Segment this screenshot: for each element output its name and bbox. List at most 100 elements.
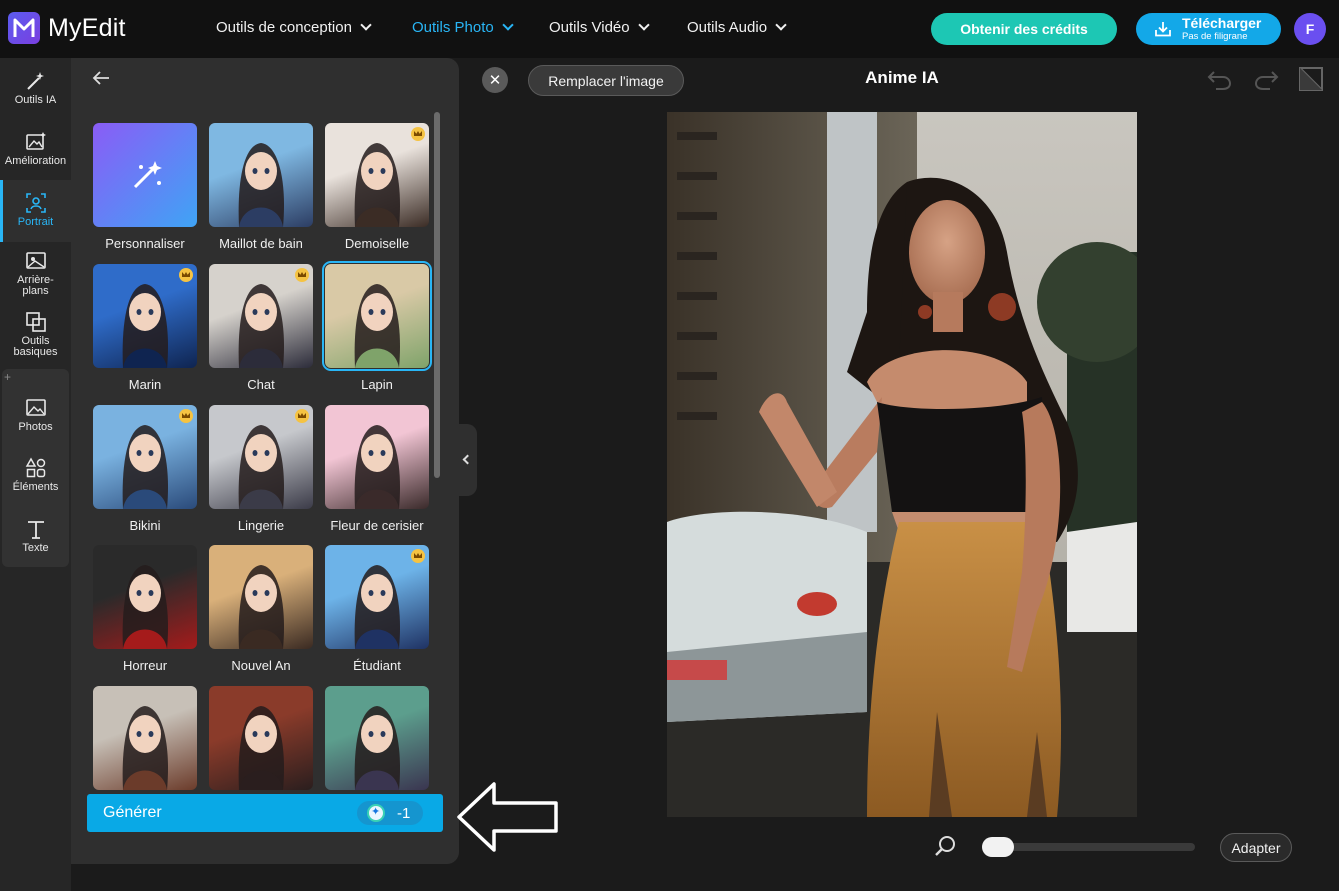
chevron-down-icon	[775, 19, 787, 31]
credit-cost-value: -1	[397, 804, 411, 822]
style-tile[interactable]	[209, 264, 313, 368]
generate-button[interactable]: Générer -1	[87, 794, 443, 832]
app-logo[interactable]: MyEdit	[8, 12, 126, 44]
sidebar-item-label: Portrait	[17, 216, 54, 228]
download-label: Télécharger	[1182, 15, 1262, 32]
sidebar-item-ai-tools[interactable]: Outils IA	[0, 70, 71, 118]
download-icon	[1155, 22, 1171, 37]
premium-crown-icon	[179, 409, 193, 423]
tool-title: Anime IA	[865, 68, 939, 87]
premium-crown-icon	[179, 268, 193, 282]
style-preview-image	[122, 706, 169, 790]
undo-icon[interactable]	[1207, 66, 1233, 92]
download-button[interactable]: Télécharger Pas de filigrane	[1136, 13, 1281, 45]
sidebar-item-enhance[interactable]: Amélioration	[0, 131, 71, 179]
image-enhance-icon	[25, 132, 46, 150]
style-tile[interactable]	[93, 123, 197, 227]
premium-crown-icon	[411, 549, 425, 563]
style-tile[interactable]	[209, 545, 313, 649]
nav-item-video-tools[interactable]: Outils Vidéo	[549, 19, 650, 36]
sidebar-item-photos[interactable]: Photos	[0, 397, 71, 437]
sidebar-item-portrait[interactable]: Portrait	[0, 180, 71, 242]
style-tile-label: Étudiant	[353, 658, 401, 673]
style-tile[interactable]	[325, 545, 429, 649]
sidebar-item-label: Photos	[18, 421, 53, 433]
sidebar-item-label: Texte	[22, 542, 49, 554]
elements-icon	[25, 457, 45, 478]
chevron-left-icon	[462, 454, 473, 465]
download-sublabel: Pas de filigrane	[1182, 31, 1248, 43]
fit-button[interactable]: Adapter	[1220, 833, 1292, 862]
style-preview-image	[238, 143, 285, 227]
collapse-panel-button[interactable]	[459, 424, 477, 496]
crop-icon	[25, 312, 46, 332]
sidebar-item-label: Outils IA	[14, 94, 57, 106]
style-tile-label: Chat	[247, 377, 275, 392]
top-bar: MyEdit Outils de conception Outils Photo…	[0, 0, 1339, 58]
get-credits-button[interactable]: Obtenir des crédits	[931, 13, 1117, 45]
style-preview-image	[122, 565, 169, 649]
style-tile[interactable]	[325, 123, 429, 227]
style-preview-image	[354, 284, 401, 368]
panel-scrollbar[interactable]	[434, 112, 440, 478]
app-name: MyEdit	[48, 13, 126, 42]
nav-label: Outils Audio	[687, 19, 768, 36]
sidebar-item-label: Outils basiques	[13, 335, 58, 358]
style-tile[interactable]	[322, 261, 432, 371]
style-tile[interactable]	[209, 123, 313, 227]
sidebar-item-text[interactable]: Texte	[0, 518, 71, 558]
chevron-down-icon	[502, 19, 514, 31]
style-tile[interactable]	[325, 686, 429, 790]
magic-wand-icon	[26, 72, 44, 90]
back-arrow-icon[interactable]	[92, 70, 110, 86]
nav-item-photo-tools[interactable]: Outils Photo	[412, 19, 514, 36]
user-avatar[interactable]: F	[1294, 13, 1326, 45]
photo-icon	[25, 399, 46, 416]
compare-icon[interactable]	[1298, 66, 1324, 92]
style-preview-image	[238, 706, 285, 790]
style-preview-image	[354, 425, 401, 509]
search-icon[interactable]	[934, 834, 958, 858]
style-tile[interactable]	[209, 405, 313, 509]
style-tile-label: Personnaliser	[105, 236, 185, 251]
nav-item-design-tools[interactable]: Outils de conception	[216, 19, 372, 36]
sidebar-item-label: Amélioration	[4, 155, 67, 167]
premium-crown-icon	[295, 409, 309, 423]
nav-label: Outils de conception	[216, 19, 352, 36]
style-tile-label: Fleur de cerisier	[330, 518, 424, 533]
sidebar-item-label: Éléments	[12, 481, 59, 493]
sidebar-item-elements[interactable]: Éléments	[0, 457, 71, 497]
plus-icon[interactable]: +	[4, 370, 11, 384]
style-tile-label: Marin	[128, 377, 162, 392]
style-tile[interactable]	[325, 405, 429, 509]
sidebar-item-basic-tools[interactable]: Outils basiques	[0, 311, 71, 359]
style-tile[interactable]	[209, 686, 313, 790]
style-preview-image	[238, 565, 285, 649]
credit-icon	[367, 804, 385, 822]
replace-image-button[interactable]: Remplacer l'image	[528, 65, 684, 96]
style-preview-image	[354, 706, 401, 790]
magic-wand-icon	[133, 161, 162, 189]
style-tile[interactable]	[93, 264, 197, 368]
nav-label: Outils Photo	[412, 19, 494, 36]
pointer-arrow-icon	[457, 782, 558, 852]
style-tile-label: Maillot de bain	[219, 236, 303, 251]
style-tile[interactable]	[93, 545, 197, 649]
zoom-slider-handle[interactable]	[982, 837, 1014, 857]
premium-crown-icon	[295, 268, 309, 282]
generate-label: Générer	[103, 804, 162, 821]
chevron-down-icon	[360, 19, 372, 31]
style-tile[interactable]	[93, 686, 197, 790]
credit-cost: -1	[357, 801, 423, 825]
style-tile[interactable]	[93, 405, 197, 509]
nav-label: Outils Vidéo	[549, 19, 630, 36]
background-icon	[25, 252, 46, 269]
nav-item-audio-tools[interactable]: Outils Audio	[687, 19, 787, 36]
sidebar-item-backgrounds[interactable]: Arrière-plans	[0, 250, 71, 298]
sidebar-item-label: Arrière-plans	[17, 274, 54, 297]
style-tile-label: Lapin	[361, 377, 393, 392]
style-tile-label: Demoiselle	[344, 236, 410, 251]
redo-icon[interactable]	[1253, 66, 1279, 92]
close-button[interactable]: ✕	[482, 67, 508, 93]
main-photo[interactable]	[667, 112, 1137, 817]
